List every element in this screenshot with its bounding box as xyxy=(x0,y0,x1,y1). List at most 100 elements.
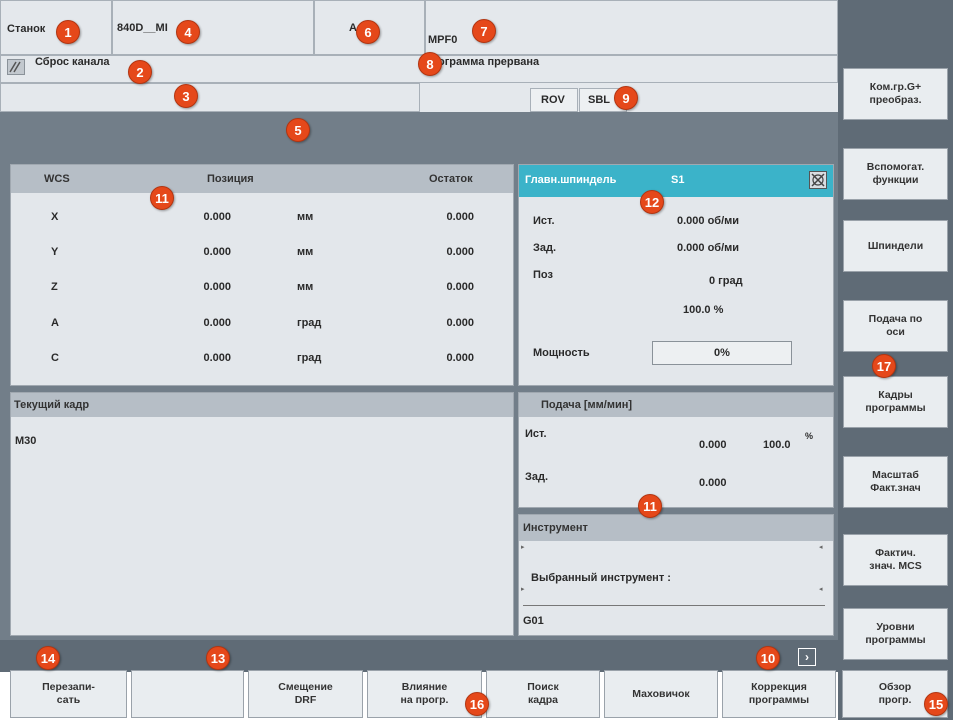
axis-name: C xyxy=(51,352,59,364)
axis-position-value: 0.000 xyxy=(203,211,231,223)
callout-marker: 10 xyxy=(756,646,780,670)
tool-title: Инструмент xyxy=(523,522,588,534)
callout-marker: 6 xyxy=(356,20,380,44)
callout-marker: 11 xyxy=(150,186,174,210)
callout-marker: 12 xyxy=(640,190,664,214)
tool-scroll-left-icon: ▸ xyxy=(521,544,525,551)
axis-row: A 0.000 град 0.000 xyxy=(11,317,513,337)
callout-marker: 17 xyxy=(872,354,896,378)
softkey-program-control[interactable]: Влияние на прогр. xyxy=(367,670,482,718)
axis-row: Y 0.000 мм 0.000 xyxy=(11,246,513,266)
machine-label: Станок xyxy=(7,23,46,35)
spindle-state-icon xyxy=(809,171,827,189)
axis-position-panel: WCS Позиция Остаток X 0.000 мм 0.000 Y 0.000 м… xyxy=(10,164,514,386)
softkey-overstore[interactable]: Перезапи- сать xyxy=(10,670,127,718)
feed-header: Подача [мм/мин] xyxy=(519,393,833,417)
spindle-id: S1 xyxy=(671,174,685,186)
channel-cell: 840D__MI xyxy=(112,0,314,55)
alarm-line xyxy=(0,112,838,158)
axis-unit: мм xyxy=(297,211,314,223)
axis-position-value: 0.000 xyxy=(203,281,231,293)
axis-position-value: 0.000 xyxy=(203,352,231,364)
softkey-actual-mcs[interactable]: Фактич. знач. MCS xyxy=(843,534,948,586)
softkey-empty[interactable] xyxy=(131,670,244,718)
feed-override: 100.0 xyxy=(763,439,791,451)
spindle-actual-value: 0.000 об/ми xyxy=(677,215,740,227)
axis-unit: град xyxy=(297,317,322,329)
tool-scroll-left-icon-2: ▸ xyxy=(521,586,525,593)
softkey-block-search[interactable]: Поиск кадра xyxy=(486,670,600,718)
tool-gcode: G01 xyxy=(523,615,544,627)
axis-table-header: WCS Позиция Остаток xyxy=(11,165,513,193)
current-block-title: Текущий кадр xyxy=(14,399,90,411)
axis-row: Z 0.000 мм 0.000 xyxy=(11,281,513,301)
axis-remain-value: 0.000 xyxy=(446,317,474,329)
coord-system-label: WCS xyxy=(44,173,70,185)
callout-marker: 5 xyxy=(286,118,310,142)
tool-panel: Инструмент ▸ ◂ Выбранный инструмент : ▸ … xyxy=(518,514,834,636)
axis-remain-value: 0.000 xyxy=(446,211,474,223)
alarm-message-cell xyxy=(0,83,420,112)
tool-header: Инструмент xyxy=(519,515,833,541)
horizontal-softkey-bar-frame xyxy=(0,640,838,672)
axis-remain-value: 0.000 xyxy=(446,246,474,258)
rov-flag: ROV xyxy=(530,88,578,112)
softkey-aux-functions[interactable]: Вспомогат. функции xyxy=(843,148,948,200)
feed-set-value: 0.000 xyxy=(699,477,727,489)
feed-title: Подача [мм/мин] xyxy=(541,399,633,411)
current-block-panel: Текущий кадр M30 xyxy=(10,392,514,636)
softkey-scale-actual[interactable]: Масштаб Факт.знач xyxy=(843,456,948,508)
softkey-program-blocks[interactable]: Кадры программы xyxy=(843,376,948,428)
axis-name: Y xyxy=(51,246,59,258)
softkey-g-groups[interactable]: Ком.гр.G+ преобраз. xyxy=(843,68,948,120)
callout-marker: 13 xyxy=(206,646,230,670)
callout-marker: 4 xyxy=(176,20,200,44)
program-name: MPF0 xyxy=(428,34,458,46)
spindle-override: 100.0 % xyxy=(683,304,724,316)
spindle-title: Главн.шпиндель xyxy=(525,174,617,186)
softkey-program-levels[interactable]: Уровни программы xyxy=(843,608,948,660)
spindle-set-value: 0.000 об/ми xyxy=(677,242,740,254)
callout-marker: 16 xyxy=(465,692,489,716)
callout-marker: 15 xyxy=(924,692,948,716)
softkey-spindles[interactable]: Шпиндели xyxy=(843,220,948,272)
axis-name: X xyxy=(51,211,59,223)
program-status: ограмма прервана xyxy=(438,56,540,68)
tool-selected-label: Выбранный инструмент : xyxy=(531,572,671,584)
tool-scroll-right-icon-2: ◂ xyxy=(819,586,823,593)
axis-row: X 0.000 мм 0.000 xyxy=(11,211,513,231)
tool-divider xyxy=(523,605,825,606)
axis-unit: град xyxy=(297,352,322,364)
extend-softkeys-icon[interactable]: › xyxy=(798,648,816,666)
callout-marker: 7 xyxy=(472,19,496,43)
axis-unit: мм xyxy=(297,246,314,258)
softkey-handwheel[interactable]: Маховичок xyxy=(604,670,718,718)
spindle-pos-value: 0 град xyxy=(709,275,743,287)
axis-unit: мм xyxy=(297,281,314,293)
feed-set-label: Зад. xyxy=(525,471,549,483)
spindle-header: Главн.шпиндель S1 xyxy=(519,165,833,197)
axis-remain-value: 0.000 xyxy=(446,281,474,293)
spindle-panel: Главн.шпиндель S1 Ист. 0.000 об/ми Зад. … xyxy=(518,164,834,386)
callout-marker: 14 xyxy=(36,646,60,670)
softkey-program-correction[interactable]: Коррекция программы xyxy=(722,670,836,718)
channel-name: 840D__MI xyxy=(117,22,168,34)
callout-marker: 11 xyxy=(638,494,662,518)
callout-marker: 1 xyxy=(56,20,80,44)
axis-name: A xyxy=(51,317,59,329)
softkey-drf-offset[interactable]: Смещение DRF xyxy=(248,670,363,718)
spindle-actual-label: Ист. xyxy=(533,215,555,227)
callout-marker: 8 xyxy=(418,52,442,76)
spindle-set-label: Зад. xyxy=(533,242,557,254)
feed-actual-value: 0.000 xyxy=(699,439,727,451)
axis-position-value: 0.000 xyxy=(203,317,231,329)
axis-position-value: 0.000 xyxy=(203,246,231,258)
feed-panel: Подача [мм/мин] Ист. 0.000 100.0 % Зад. … xyxy=(518,392,834,508)
current-block-line: M30 xyxy=(15,435,37,447)
callout-marker: 9 xyxy=(614,86,638,110)
reset-icon xyxy=(7,59,25,75)
axis-remain-value: 0.000 xyxy=(446,352,474,364)
current-block-header: Текущий кадр xyxy=(11,393,513,417)
axis-name: Z xyxy=(51,281,58,293)
softkey-axis-feed[interactable]: Подача по оси xyxy=(843,300,948,352)
